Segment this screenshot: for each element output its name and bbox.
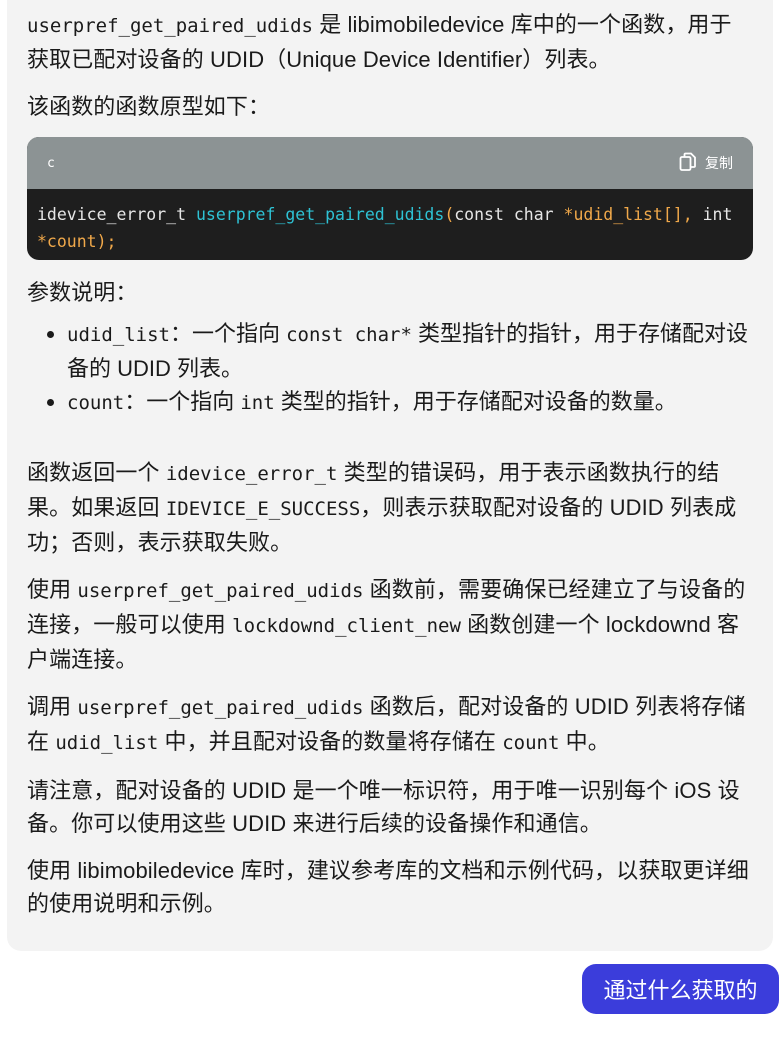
- text: 中，并且配对设备的数量将存储在: [158, 729, 503, 754]
- params-heading: 参数说明：: [27, 280, 138, 305]
- inline-code: int: [240, 392, 275, 414]
- after-call-paragraph: 调用 userpref_get_paired_udids 函数后，配对设备的 U…: [27, 690, 753, 760]
- user-message: 通过什么获取的: [582, 964, 779, 1014]
- inline-code: userpref_get_paired_udids: [77, 580, 364, 602]
- copy-icon: [679, 152, 697, 175]
- prototype-intro: 该函数的函数原型如下：: [27, 94, 271, 119]
- text: 中。: [559, 729, 610, 754]
- code-token: idevice_error_t: [37, 205, 196, 224]
- final-paragraph: 使用 libimobiledevice 库时，建议参考库的文档和示例代码，以获取…: [27, 858, 749, 916]
- list-item: count：一个指向 int 类型的指针，用于存储配对设备的数量。: [67, 385, 753, 420]
- inline-code: idevice_error_t: [165, 463, 338, 485]
- code-language-label: c: [47, 155, 55, 171]
- param-text: 类型的指针，用于存储配对设备的数量。: [274, 389, 677, 414]
- list-item: udid_list：一个指向 const char* 类型指针的指针，用于存储配…: [67, 317, 753, 385]
- code-token: int: [702, 205, 743, 224]
- inline-code: IDEVICE_E_SUCCESS: [165, 498, 361, 520]
- intro-paragraph: userpref_get_paired_udids 是 libimobilede…: [27, 8, 753, 76]
- text: 函数返回一个: [27, 460, 166, 485]
- inline-code: count: [67, 392, 125, 414]
- inline-code: count: [502, 732, 560, 754]
- code-token-function: userpref_get_paired_udids: [195, 205, 445, 224]
- param-text: ：一个指向: [169, 321, 287, 346]
- code-content: idevice_error_t userpref_get_paired_udid…: [27, 189, 753, 255]
- inline-code: userpref_get_paired_udids: [77, 697, 364, 719]
- code-block: c 复制 idevice_error_t userpref_get_paired…: [27, 137, 753, 260]
- code-token: const char: [454, 205, 564, 224]
- code-token-param: *count: [37, 232, 97, 251]
- copy-button[interactable]: 复制: [679, 152, 733, 175]
- return-paragraph: 函数返回一个 idevice_error_t 类型的错误码，用于表示函数执行的结…: [27, 456, 753, 559]
- code-header: c 复制: [27, 137, 753, 189]
- param-text: ：一个指向: [124, 389, 241, 414]
- code-token: ,: [682, 205, 703, 224]
- inline-code: udid_list: [67, 324, 170, 346]
- code-token-param: *udid_list[]: [563, 205, 683, 224]
- params-list: udid_list：一个指向 const char* 类型指针的指针，用于存储配…: [27, 317, 753, 420]
- assistant-message: userpref_get_paired_udids 是 libimobilede…: [7, 0, 773, 951]
- code-token: );: [96, 232, 117, 251]
- inline-code: lockdownd_client_new: [232, 615, 461, 637]
- text: 调用: [27, 694, 78, 719]
- code-token: (: [444, 205, 455, 224]
- inline-code: const char*: [286, 324, 412, 346]
- text: 使用: [27, 577, 78, 602]
- inline-code: udid_list: [55, 732, 159, 754]
- copy-label: 复制: [705, 155, 733, 171]
- user-message-text: 通过什么获取的: [603, 978, 758, 1003]
- note-paragraph: 请注意，配对设备的 UDID 是一个唯一标识符，用于唯一识别每个 iOS 设备。…: [27, 778, 740, 836]
- usage-paragraph: 使用 userpref_get_paired_udids 函数前，需要确保已经建…: [27, 573, 753, 676]
- inline-code: userpref_get_paired_udids: [27, 15, 313, 37]
